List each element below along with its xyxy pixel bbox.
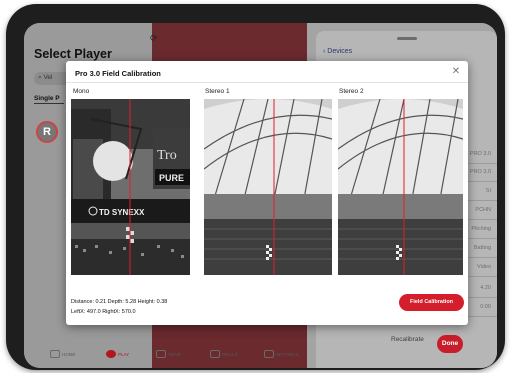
- panel-grabber[interactable]: [397, 37, 417, 40]
- avatar[interactable]: R: [36, 121, 58, 143]
- camera-label-stereo-2: Stereo 2: [339, 88, 364, 95]
- nav-home[interactable]: HOME: [50, 350, 76, 358]
- tab-single-player[interactable]: Single P: [34, 95, 60, 102]
- stereo-1-camera-feed: [204, 99, 332, 275]
- nav-drills[interactable]: DRILLS: [210, 350, 238, 358]
- sign-brand-text: TD SYNEXX: [99, 208, 145, 217]
- nav-home-label: HOME: [62, 351, 76, 357]
- team-icon: [156, 350, 166, 358]
- device-setting-label: Batting: [473, 245, 491, 251]
- device-setting-label: Pitching: [471, 226, 491, 232]
- play-icon: [106, 350, 116, 358]
- device-setting-label: Video: [477, 264, 491, 270]
- home-icon: [50, 350, 60, 358]
- nav-settings[interactable]: SETTINGS: [264, 350, 299, 358]
- camera-label-stereo-1: Stereo 1: [205, 88, 230, 95]
- nav-team[interactable]: TEAM: [156, 350, 181, 358]
- nav-team-label: TEAM: [168, 351, 181, 357]
- device-setting-label: 4.20: [480, 285, 491, 291]
- divider: [66, 82, 468, 83]
- field-calibration-dialog: Pro 3.0 Field Calibration ✕ Mono Stereo …: [66, 61, 468, 325]
- search-value: Vel: [43, 74, 53, 81]
- close-icon[interactable]: ✕: [449, 65, 463, 79]
- device-setting-label: SI: [485, 188, 491, 194]
- devices-back-link[interactable]: ‹ Devices: [323, 48, 352, 55]
- nav-play[interactable]: PLAY: [106, 350, 129, 358]
- tab-underline: [34, 103, 64, 104]
- stats-line-1: Distance: 0.21 Depth: 5.28 Height: 0.38: [71, 299, 168, 305]
- stats-line-2: LeftX: 497.0 RightX: 570.0: [71, 309, 136, 315]
- camera-label-mono: Mono: [73, 88, 90, 95]
- done-button[interactable]: Done: [437, 335, 463, 353]
- stereo-2-camera-feed: [338, 99, 463, 275]
- nav-drills-label: DRILLS: [222, 351, 238, 357]
- recalibrate-button[interactable]: Recalibrate: [391, 336, 424, 343]
- settings-icon: [264, 350, 274, 358]
- sign-text-lower: PURE: [159, 173, 184, 183]
- bottom-nav: HOME PLAY TEAM DRILLS SETTINGS: [24, 346, 314, 368]
- drills-icon: [210, 350, 220, 358]
- dialog-title: Pro 3.0 Field Calibration: [75, 69, 161, 78]
- page-title: Select Player: [34, 47, 112, 61]
- nav-play-label: PLAY: [118, 351, 130, 357]
- device-setting-label: PRO 3.0: [469, 169, 491, 175]
- screen: ‹ Devices ⟳ Select Player ⌕ Vel Single P…: [24, 23, 497, 368]
- device-setting-label: 0:00: [480, 304, 491, 310]
- device-setting-label: PRO 3.0: [469, 151, 491, 157]
- sign-text-upper: Tro: [157, 148, 177, 163]
- field-calibration-button[interactable]: Field Calibration: [399, 294, 464, 311]
- sync-icon[interactable]: ⟳: [150, 33, 158, 44]
- tablet-frame: ‹ Devices ⟳ Select Player ⌕ Vel Single P…: [6, 4, 505, 370]
- mono-camera-feed: Tro PURE TD SYNEXX: [71, 99, 190, 275]
- device-setting-label: PCHN: [475, 207, 491, 213]
- nav-settings-label: SETTINGS: [276, 351, 299, 357]
